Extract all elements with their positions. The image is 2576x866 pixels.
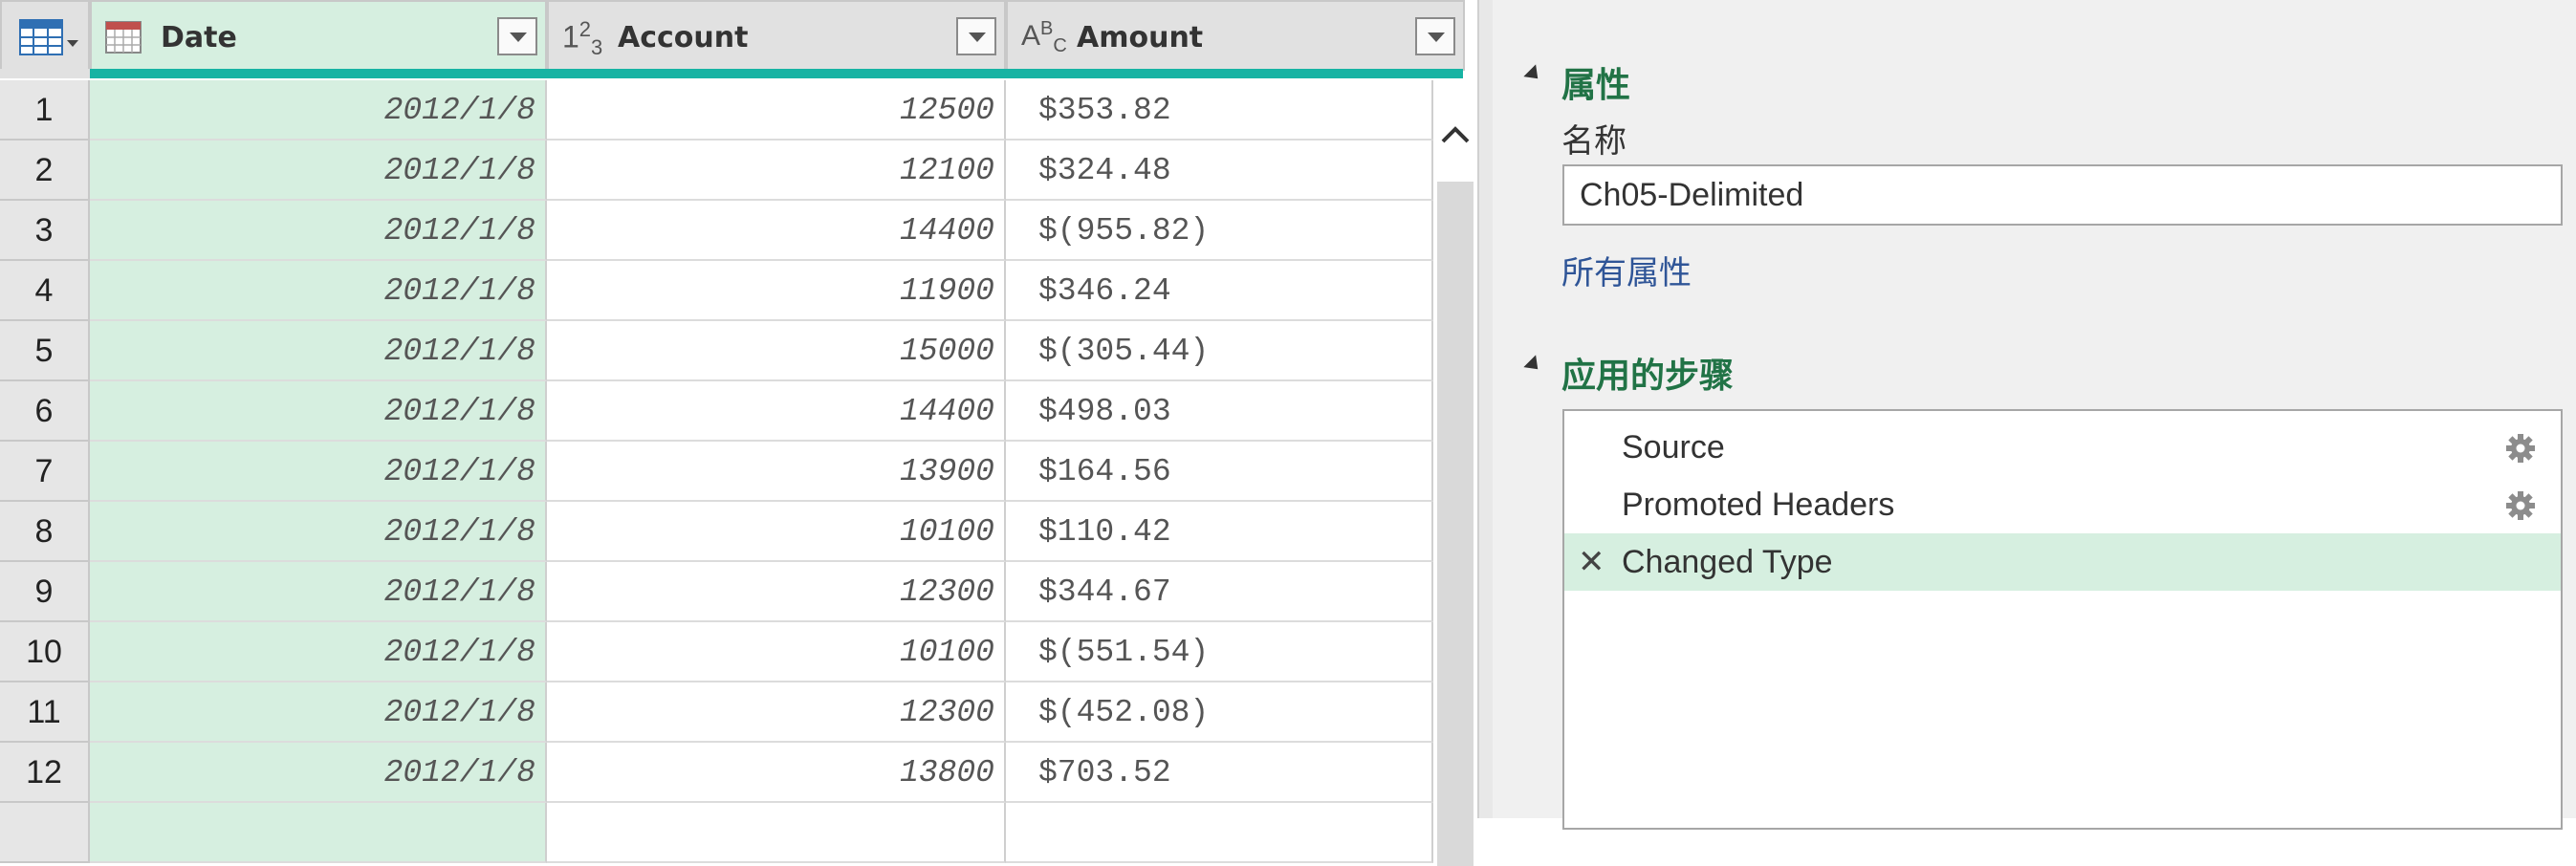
column-quality-bar-date (90, 69, 547, 78)
column-quality-bar-account (547, 69, 1006, 78)
cell-account[interactable]: 10100 (547, 622, 1006, 682)
cell-amount[interactable]: $(551.54) (1006, 622, 1433, 682)
gear-icon[interactable] (2505, 433, 2536, 464)
row-number[interactable]: 11 (0, 682, 90, 743)
cell-amount[interactable]: $703.52 (1006, 743, 1433, 803)
cell-amount[interactable]: $324.48 (1006, 141, 1433, 201)
applied-steps-section-title: 应用的步骤 (1561, 357, 1735, 396)
vertical-scrollbar[interactable] (1433, 80, 1477, 866)
cell-account[interactable]: 10100 (547, 502, 1006, 562)
cell-date[interactable]: 2012/1/8 (90, 743, 547, 803)
column-filter-dropdown-amount[interactable] (1415, 17, 1455, 55)
scroll-up-arrow-icon[interactable] (1439, 119, 1472, 151)
table-icon (19, 19, 63, 55)
cell-account[interactable]: 12100 (547, 141, 1006, 201)
cell-account[interactable]: 11900 (547, 261, 1006, 321)
cell-amount[interactable]: $344.67 (1006, 562, 1433, 622)
cell-account[interactable]: 14400 (547, 381, 1006, 442)
cell-amount[interactable]: $164.56 (1006, 442, 1433, 502)
cell-date[interactable]: 2012/1/8 (90, 442, 547, 502)
applied-step-item[interactable]: Promoted Headers (1564, 476, 2561, 533)
column-header-amount[interactable]: ABC Amount (1006, 0, 1465, 71)
cell-date[interactable]: 2012/1/8 (90, 682, 547, 743)
row-number[interactable]: 12 (0, 743, 90, 803)
table-menu-button[interactable] (0, 0, 90, 71)
collapse-triangle-icon[interactable] (1523, 64, 1544, 85)
applied-step-label: Promoted Headers (1622, 487, 1895, 523)
row-number[interactable]: 4 (0, 261, 90, 321)
cell-date[interactable]: 2012/1/8 (90, 321, 547, 381)
column-filter-dropdown-account[interactable] (956, 17, 996, 55)
number-type-icon: 123 (562, 17, 603, 60)
table-row-partial (90, 803, 547, 863)
table-row-partial (0, 803, 90, 863)
row-number[interactable]: 7 (0, 442, 90, 502)
table-row-partial (1006, 803, 1433, 863)
cell-account[interactable]: 12300 (547, 682, 1006, 743)
applied-step-item[interactable]: ✕ Changed Type (1564, 533, 2561, 591)
cell-amount[interactable]: $353.82 (1006, 80, 1433, 141)
all-properties-link[interactable]: 所有属性 (1561, 247, 1692, 293)
query-settings-pane: 属性 名称 Ch05-Delimited 所有属性 应用的步骤 Source Pr… (1493, 0, 2576, 830)
cell-amount[interactable]: $110.42 (1006, 502, 1433, 562)
column-header-account[interactable]: 123 Account (547, 0, 1006, 71)
cell-date[interactable]: 2012/1/8 (90, 381, 547, 442)
row-number[interactable]: 3 (0, 201, 90, 261)
column-name-account: Account (618, 21, 749, 54)
row-number[interactable]: 9 (0, 562, 90, 622)
applied-steps-list: Source Promoted Headers ✕ Changed Type (1562, 409, 2563, 830)
cell-amount[interactable]: $(955.82) (1006, 201, 1433, 261)
cell-date[interactable]: 2012/1/8 (90, 80, 547, 141)
cell-date[interactable]: 2012/1/8 (90, 502, 547, 562)
cell-account[interactable]: 12500 (547, 80, 1006, 141)
query-name-input[interactable]: Ch05-Delimited (1562, 164, 2563, 226)
properties-section-title: 属性 (1561, 66, 1631, 105)
row-number[interactable]: 5 (0, 321, 90, 381)
cell-date[interactable]: 2012/1/8 (90, 622, 547, 682)
cell-date[interactable]: 2012/1/8 (90, 562, 547, 622)
table-row-partial (547, 803, 1006, 863)
row-number[interactable]: 8 (0, 502, 90, 562)
applied-step-item[interactable]: Source (1564, 419, 2561, 476)
gear-icon[interactable] (2505, 490, 2536, 521)
cell-account[interactable]: 13900 (547, 442, 1006, 502)
cell-amount[interactable]: $(452.08) (1006, 682, 1433, 743)
text-type-icon: ABC (1021, 18, 1067, 56)
data-preview-grid: Date 123 Account ABC Amount 1 2012/1/8 125… (0, 0, 1477, 866)
column-name-amount: Amount (1077, 21, 1204, 54)
collapse-triangle-icon[interactable] (1523, 355, 1544, 376)
delete-step-icon[interactable]: ✕ (1578, 533, 1605, 591)
calendar-icon (105, 21, 142, 54)
name-label: 名称 (1561, 122, 1626, 161)
scrollbar-thumb[interactable] (1437, 182, 1474, 866)
cell-account[interactable]: 14400 (547, 201, 1006, 261)
cell-account[interactable]: 15000 (547, 321, 1006, 381)
cell-amount[interactable]: $(305.44) (1006, 321, 1433, 381)
applied-step-label: Source (1622, 429, 1725, 465)
header-spacer (0, 69, 90, 78)
cell-date[interactable]: 2012/1/8 (90, 141, 547, 201)
row-number[interactable]: 1 (0, 80, 90, 141)
row-number[interactable]: 10 (0, 622, 90, 682)
applied-step-label: Changed Type (1622, 544, 1833, 580)
column-name-date: Date (161, 21, 237, 54)
cell-amount[interactable]: $498.03 (1006, 381, 1433, 442)
chevron-down-icon (67, 40, 78, 47)
cell-account[interactable]: 12300 (547, 562, 1006, 622)
column-filter-dropdown-date[interactable] (497, 17, 537, 55)
row-number[interactable]: 2 (0, 141, 90, 201)
column-quality-bar-amount (1006, 69, 1463, 78)
cell-account[interactable]: 13800 (547, 743, 1006, 803)
cell-date[interactable]: 2012/1/8 (90, 261, 547, 321)
pane-splitter[interactable] (1477, 0, 1493, 818)
cell-date[interactable]: 2012/1/8 (90, 201, 547, 261)
cell-amount[interactable]: $346.24 (1006, 261, 1433, 321)
column-header-date[interactable]: Date (90, 0, 547, 71)
row-number[interactable]: 6 (0, 381, 90, 442)
